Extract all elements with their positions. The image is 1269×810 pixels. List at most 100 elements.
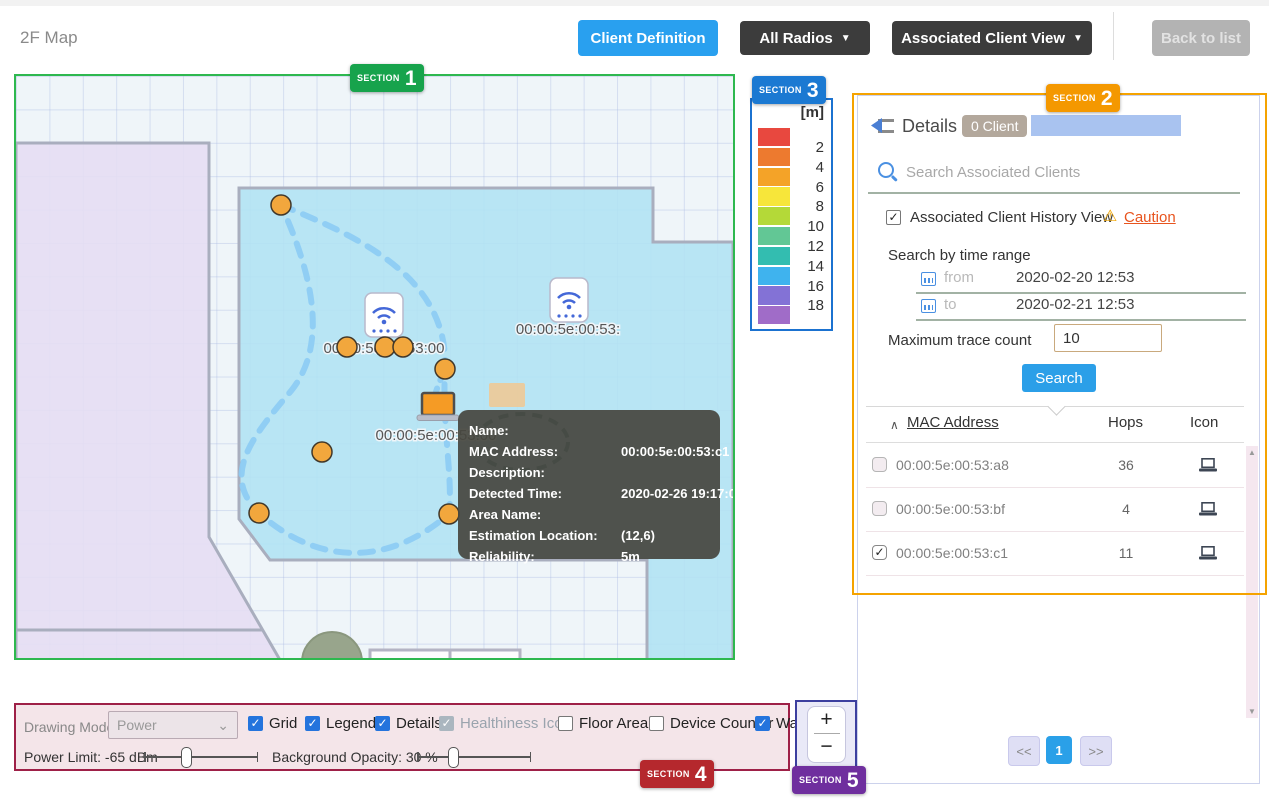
column-header-mac[interactable]: MAC Address [907, 414, 999, 431]
row-checkbox[interactable] [872, 457, 887, 472]
area-highlight-rect [489, 383, 525, 407]
grid-checkbox[interactable]: ✓ Grid [248, 715, 297, 732]
scroll-up-icon[interactable]: ▲ [1246, 448, 1258, 457]
column-header-icon: Icon [1190, 414, 1218, 431]
trace-dot[interactable] [435, 359, 455, 379]
column-header-hops: Hops [1108, 414, 1143, 431]
warning-icon: ⚠ [1103, 206, 1117, 226]
access-point-icon[interactable] [365, 293, 403, 337]
caution-link[interactable]: Caution [1124, 209, 1176, 226]
table-row[interactable]: ✓ 00:00:5e:00:53:c1 11 [866, 531, 1244, 576]
floor-map[interactable]: 00:00:5e:00:53:00 00:00:5e:00:53: 00:00:… [14, 74, 735, 660]
back-to-list-label: Back to list [1161, 30, 1241, 47]
row-checkbox[interactable]: ✓ [872, 545, 887, 560]
search-input[interactable] [904, 158, 1228, 186]
access-point-icon[interactable] [550, 278, 588, 322]
calendar-icon[interactable] [921, 299, 936, 313]
trace-dot[interactable] [393, 337, 413, 357]
search-button[interactable]: Search [1022, 364, 1096, 392]
section-1-badge: SECTION 1 [350, 64, 424, 92]
tooltip-label: Area Name: [469, 504, 621, 525]
background-opacity-slider-thumb[interactable] [448, 747, 459, 768]
all-radios-label: All Radios [759, 30, 832, 47]
legend-checkbox[interactable]: ✓ Legend [305, 715, 376, 732]
details-title: Details [902, 116, 957, 137]
legend-swatch [758, 207, 790, 225]
trace-dot[interactable] [271, 195, 291, 215]
tooltip-label: Reliability: [469, 546, 621, 567]
history-view-checkbox[interactable]: ✓ [886, 210, 901, 225]
section-3-badge: SECTION 3 [752, 76, 826, 104]
legend-swatch [758, 247, 790, 265]
zoom-in-button[interactable]: + [808, 707, 845, 733]
max-trace-count-label: Maximum trace count [888, 332, 1031, 349]
laptop-icon [1199, 546, 1217, 560]
back-arrow-icon[interactable] [868, 116, 896, 136]
tooltip-label: MAC Address: [469, 441, 621, 462]
zoom-control: + − [795, 700, 857, 768]
scroll-down-icon[interactable]: ▼ [1246, 707, 1258, 716]
power-limit-slider-thumb[interactable] [181, 747, 192, 768]
background-opacity-slider[interactable] [417, 756, 531, 758]
checkbox-label: Floor Area [579, 715, 648, 732]
legend-swatch [758, 227, 790, 245]
associated-client-view-dropdown[interactable]: Associated Client View ▼ [892, 21, 1092, 55]
checkbox-icon: ✓ [375, 716, 390, 731]
section-number: 4 [695, 764, 707, 785]
trace-dot[interactable] [312, 442, 332, 462]
drawing-mode-select[interactable]: Power ⌄ [108, 711, 238, 739]
zoom-out-button[interactable]: − [808, 734, 845, 760]
checkbox-icon [558, 716, 573, 731]
row-checkbox[interactable] [872, 501, 887, 516]
details-checkbox[interactable]: ✓ Details [375, 715, 442, 732]
legend-tick: 10 [792, 217, 824, 237]
table-row[interactable]: 00:00:5e:00:53:bf 4 [866, 487, 1244, 532]
client-detail-tooltip: Name: MAC Address:00:00:5e:00:53:c1 Desc… [458, 410, 720, 559]
row-hops: 4 [1111, 501, 1141, 517]
table-row[interactable]: 00:00:5e:00:53:a8 36 [866, 443, 1244, 488]
trace-dot[interactable] [337, 337, 357, 357]
checkbox-icon: ✓ [305, 716, 320, 731]
top-strip [0, 0, 1269, 6]
to-underline [916, 319, 1246, 321]
legend-tick: 8 [792, 197, 824, 217]
section-word: SECTION [1053, 93, 1096, 103]
highlighted-input[interactable] [1031, 115, 1181, 136]
trace-dot[interactable] [439, 504, 459, 524]
chevron-down-icon: ▼ [1073, 33, 1083, 44]
power-limit-label: Power Limit: -65 dBm [24, 749, 158, 765]
to-label: to [944, 296, 957, 313]
pagination-current-page[interactable]: 1 [1046, 736, 1072, 764]
max-trace-count-input[interactable] [1054, 324, 1162, 352]
section-2-badge: SECTION 2 [1046, 84, 1120, 112]
from-date-value[interactable]: 2020-02-20 12:53 [1016, 269, 1134, 286]
row-hops: 36 [1111, 457, 1141, 473]
table-scrollbar[interactable]: ▲ ▼ [1246, 446, 1258, 718]
tooltip-label: Name: [469, 420, 621, 441]
legend-swatch [758, 128, 790, 146]
pagination-prev-button[interactable]: << [1008, 736, 1040, 766]
tooltip-value: 5m [621, 546, 640, 567]
floor-map-canvas: 00:00:5e:00:53:00 00:00:5e:00:53: 00:00:… [16, 76, 733, 658]
collapse-notch-icon [1047, 397, 1065, 415]
sort-ascending-icon[interactable]: ∧ [890, 418, 899, 432]
toolbar-divider [1113, 12, 1114, 60]
calendar-icon[interactable] [921, 272, 936, 286]
room-bottom [370, 650, 520, 658]
client-laptop-icon[interactable] [417, 393, 459, 421]
to-date-value[interactable]: 2020-02-21 12:53 [1016, 296, 1134, 313]
row-mac: 00:00:5e:00:53:bf [896, 501, 1005, 517]
trace-dot[interactable] [375, 337, 395, 357]
client-definition-label: Client Definition [591, 30, 706, 47]
client-definition-button[interactable]: Client Definition [578, 20, 718, 56]
power-limit-slider[interactable] [144, 756, 258, 758]
drawing-mode-value: Power [117, 717, 157, 733]
back-to-list-button[interactable]: Back to list [1152, 20, 1250, 56]
legend-tick: 14 [792, 257, 824, 277]
pagination-next-button[interactable]: >> [1080, 736, 1112, 766]
all-radios-dropdown[interactable]: All Radios ▼ [740, 21, 870, 55]
floor-area-checkbox[interactable]: Floor Area [558, 715, 648, 732]
laptop-icon [1199, 458, 1217, 472]
zoom-buttons: + − [807, 706, 846, 763]
trace-dot[interactable] [249, 503, 269, 523]
